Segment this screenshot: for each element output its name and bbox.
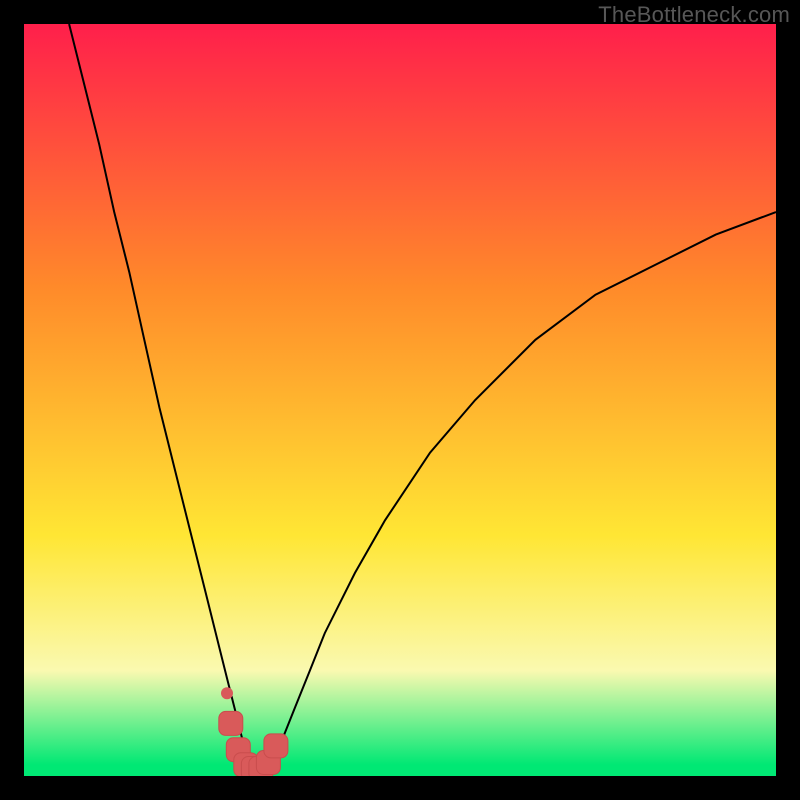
watermark-text: TheBottleneck.com (598, 2, 790, 28)
marker-point (219, 711, 243, 735)
chart-frame (24, 24, 776, 776)
bottleneck-plot (24, 24, 776, 776)
gradient-bg (24, 24, 776, 776)
marker-dot (221, 687, 233, 699)
marker-point (264, 734, 288, 758)
